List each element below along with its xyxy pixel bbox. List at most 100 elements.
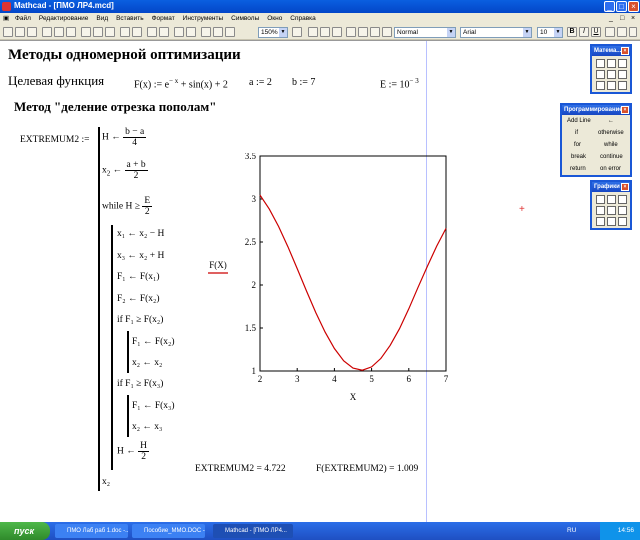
menu-file[interactable]: Файл [12,13,34,24]
save-icon[interactable] [27,27,37,37]
continue-button[interactable]: continue [600,154,623,160]
style-select[interactable]: Normal ▼ [394,27,456,38]
surface-plot-icon[interactable] [607,206,616,215]
undo-icon[interactable] [120,27,130,37]
graph-icon[interactable] [607,59,616,68]
insert-unit-icon[interactable] [186,27,196,37]
calculus-icon[interactable] [607,70,616,79]
line-return[interactable]: x₂ [102,477,110,487]
language-indicator[interactable]: RU [567,527,576,534]
font-select[interactable]: Arial ▼ [460,27,532,38]
e-definition[interactable]: E := 10− 3 [380,77,419,90]
resources-icon[interactable] [308,27,318,37]
paste-icon[interactable] [105,27,115,37]
line-x2-assign[interactable]: x2 ← a + b2 [102,160,148,181]
local-assign-button[interactable]: ← [608,118,614,124]
a-definition[interactable]: a := 2 [249,77,272,88]
line-h-half[interactable]: H ← H2 [117,441,149,462]
zoom-select[interactable]: 150% ▼ [258,27,288,38]
graphs-palette-title[interactable]: Графики × [592,182,630,192]
line-x3[interactable]: x₃ ← x₂ + H [117,251,164,261]
zoom-plot-icon[interactable] [607,195,616,204]
vector-plot-icon[interactable] [618,217,627,226]
scatter-plot-icon[interactable] [607,217,616,226]
worksheet[interactable]: Методы одномерной оптимизации Целевая фу… [0,40,640,523]
boolean-icon[interactable] [618,70,627,79]
minimize-button[interactable]: _ [604,1,615,12]
task-word-doc-1[interactable]: ПМО Лаб раб 1.doc -... [55,524,128,538]
add-line-button[interactable]: Add Line [567,118,591,124]
program-toolbar-icon[interactable] [382,27,392,37]
italic-icon[interactable]: I [579,27,589,37]
close-button[interactable]: × [628,1,639,12]
calculate-icon[interactable] [201,27,211,37]
polar-plot-icon[interactable] [596,206,605,215]
align-down-icon[interactable] [159,27,169,37]
task-word-doc-2[interactable]: Пособие_ММО.DOC -... [132,524,205,538]
help-icon[interactable] [292,27,302,37]
on-error-button[interactable]: on error [600,166,621,172]
symbolic-icon[interactable] [618,81,627,90]
menu-view[interactable]: Вид [93,13,111,24]
close-icon[interactable]: × [621,106,629,114]
programming-palette-title[interactable]: Программирование × [562,105,630,115]
for-button[interactable]: for [574,142,581,148]
menu-window[interactable]: Окно [264,13,285,24]
contour-plot-icon[interactable] [618,206,627,215]
maximize-button[interactable]: □ [616,1,627,12]
math-palette-title[interactable]: Матема... × [592,46,630,56]
menu-insert[interactable]: Вставить [113,13,147,24]
line-if1-a[interactable]: F₁ ← F(x₂) [132,337,175,347]
line-f2[interactable]: F₂ ← F(x₂) [117,294,160,304]
matrix-toolbar-icon[interactable] [370,27,380,37]
start-button[interactable]: пуск [0,522,50,540]
insert-hyperlink-icon[interactable] [213,27,223,37]
doc-restore-icon[interactable]: □ [617,13,627,24]
copy-icon[interactable] [93,27,103,37]
menu-edit[interactable]: Редактирование [36,13,92,24]
line-if1-b[interactable]: x₂ ← x₂ [132,358,162,368]
menu-help[interactable]: Справка [287,13,319,24]
evaluation-icon[interactable] [596,70,605,79]
underline-icon[interactable]: U [591,27,601,37]
program-name[interactable]: EXTREMUM2 := [20,135,89,145]
function-plot[interactable]: 2 3 4 5 6 7 1 1.5 2 2.5 3 3.5 X F(X) [200,153,460,413]
print-icon[interactable] [42,27,52,37]
if-button[interactable]: if [575,130,578,136]
line-h-assign[interactable]: H ← b − a4 [102,127,147,148]
line-if1[interactable]: if F₁ ≥ F(x₂) [117,315,163,325]
greek-icon[interactable] [607,81,616,90]
line-if2[interactable]: if F₁ ≥ F(x₃) [117,379,163,389]
line-while[interactable]: while H ≥ E2 [102,196,153,217]
align-center-icon[interactable] [617,27,627,37]
graphs-palette[interactable]: Графики × [590,180,632,230]
menu-icon[interactable]: ▣ [0,13,10,24]
b-definition[interactable]: b := 7 [292,77,315,88]
method-heading[interactable]: Метод "деление отрезка пополам" [14,99,216,115]
otherwise-button[interactable]: otherwise [598,130,624,136]
break-button[interactable]: break [571,154,586,160]
bar-plot-icon[interactable] [596,217,605,226]
function-definition[interactable]: F(x) := e− x + sin(x) + 2 [134,77,228,90]
electronic-book-icon[interactable] [320,27,330,37]
doc-minimize-icon[interactable]: _ [606,13,616,24]
redo-icon[interactable] [132,27,142,37]
menu-tools[interactable]: Инструменты [180,13,227,24]
result-function-value[interactable]: F(EXTREMUM2) = 1.009 [316,464,418,474]
page-heading[interactable]: Методы одномерной оптимизации [8,47,241,64]
matrix-icon[interactable] [618,59,627,68]
calculator-icon[interactable] [596,59,605,68]
programming-icon[interactable] [596,81,605,90]
line-f1[interactable]: F₁ ← F(x₁) [117,272,160,282]
line-if2-b[interactable]: x₂ ← x₃ [132,422,162,432]
task-mathcad[interactable]: Mathcad - [ПМО ЛР4... [213,524,293,538]
close-icon[interactable]: × [621,183,629,191]
doc-close-icon[interactable]: × [628,13,638,24]
math-palette[interactable]: Матема... × [590,44,632,94]
spell-icon[interactable] [66,27,76,37]
clock[interactable]: 14:56 [618,522,634,540]
open-icon[interactable] [15,27,25,37]
preview-icon[interactable] [54,27,64,37]
menu-symbols[interactable]: Символы [228,13,262,24]
component-icon[interactable] [225,27,235,37]
